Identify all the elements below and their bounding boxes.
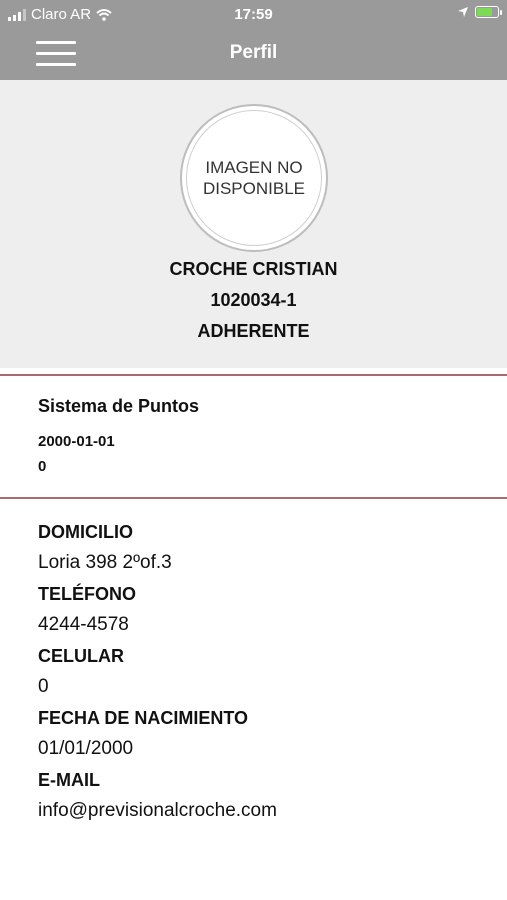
- phone-value: 4244-4578: [38, 614, 129, 635]
- points-value: 0: [38, 458, 47, 475]
- status-right: [457, 6, 502, 18]
- navigation-bar: Perfil: [0, 30, 507, 80]
- address-label: DOMICILIO: [38, 522, 133, 542]
- page-title: Perfil: [229, 42, 278, 63]
- battery-icon: [475, 6, 502, 18]
- email-value: info@previsionalcroche.com: [38, 800, 277, 821]
- location-arrow-icon: [458, 7, 468, 17]
- mobile-label: CELULAR: [38, 646, 124, 666]
- phone-label: TELÉFONO: [38, 584, 136, 604]
- profile-header: IMAGEN NO DISPONIBLE CROCHE CRISTIAN 102…: [0, 80, 507, 368]
- member-id: 1020034-1: [210, 290, 297, 310]
- points-title: Sistema de Puntos: [38, 396, 200, 416]
- avatar-text-line-2: DISPONIBLE: [202, 179, 306, 198]
- address-value: Loria 398 2ºof.3: [38, 552, 172, 573]
- status-bar: Claro AR 17:59: [0, 0, 507, 30]
- birth-date-value: 01/01/2000: [38, 738, 134, 759]
- avatar: IMAGEN NO DISPONIBLE: [180, 104, 328, 252]
- avatar-text-line-1: IMAGEN NO: [205, 158, 303, 177]
- birth-date-label: FECHA DE NACIMIENTO: [38, 708, 249, 728]
- email-label: E-MAIL: [38, 770, 100, 790]
- points-section: Sistema de Puntos 2000-01-01 0: [38, 396, 199, 475]
- points-date: 2000-01-01: [38, 433, 115, 450]
- avatar-placeholder: IMAGEN NO DISPONIBLE: [186, 110, 322, 246]
- contact-details: DOMICILIO Loria 398 2ºof.3 TELÉFONO 4244…: [38, 520, 277, 830]
- mobile-value: 0: [38, 676, 49, 697]
- divider: [0, 374, 507, 376]
- divider: [0, 497, 507, 499]
- status-time: 17:59: [234, 6, 273, 23]
- member-name: CROCHE CRISTIAN: [169, 259, 338, 279]
- member-type: ADHERENTE: [197, 321, 310, 341]
